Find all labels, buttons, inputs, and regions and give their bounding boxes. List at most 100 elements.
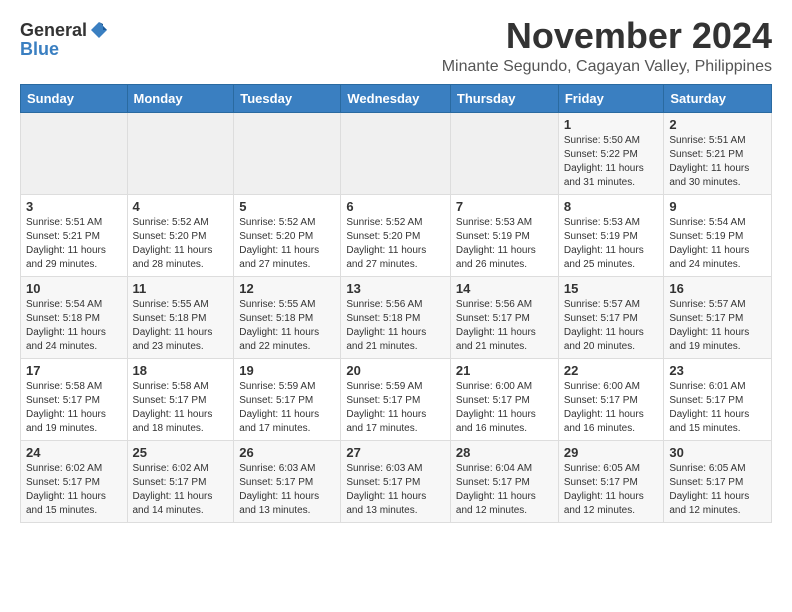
day-info: Sunrise: 5:58 AM Sunset: 5:17 PM Dayligh… <box>26 380 122 436</box>
calendar-cell: 22 Sunrise: 6:00 AM Sunset: 5:17 PM Dayli… <box>558 358 664 440</box>
day-info: Sunrise: 6:04 AM Sunset: 5:17 PM Dayligh… <box>456 462 553 518</box>
weekday-header-friday: Friday <box>558 84 664 112</box>
calendar-cell: 4 Sunrise: 5:52 AM Sunset: 5:20 PM Daylig… <box>127 194 234 276</box>
day-number: 10 <box>26 281 122 296</box>
day-number: 17 <box>26 363 122 378</box>
day-number: 25 <box>133 445 229 460</box>
day-number: 2 <box>669 117 766 132</box>
day-info: Sunrise: 6:02 AM Sunset: 5:17 PM Dayligh… <box>26 462 122 518</box>
day-number: 30 <box>669 445 766 460</box>
calendar-table: SundayMondayTuesdayWednesdayThursdayFrid… <box>20 84 772 523</box>
day-number: 11 <box>133 281 229 296</box>
day-info: Sunrise: 6:03 AM Sunset: 5:17 PM Dayligh… <box>346 462 445 518</box>
calendar-cell: 6 Sunrise: 5:52 AM Sunset: 5:20 PM Daylig… <box>341 194 451 276</box>
day-info: Sunrise: 6:00 AM Sunset: 5:17 PM Dayligh… <box>456 380 553 436</box>
day-number: 18 <box>133 363 229 378</box>
calendar-cell: 25 Sunrise: 6:02 AM Sunset: 5:17 PM Dayli… <box>127 440 234 522</box>
day-info: Sunrise: 5:56 AM Sunset: 5:17 PM Dayligh… <box>456 298 553 354</box>
day-number: 1 <box>564 117 659 132</box>
calendar-cell: 24 Sunrise: 6:02 AM Sunset: 5:17 PM Dayli… <box>21 440 128 522</box>
day-number: 16 <box>669 281 766 296</box>
day-number: 7 <box>456 199 553 214</box>
day-number: 5 <box>239 199 335 214</box>
calendar-cell: 5 Sunrise: 5:52 AM Sunset: 5:20 PM Daylig… <box>234 194 341 276</box>
weekday-header-saturday: Saturday <box>664 84 772 112</box>
day-number: 22 <box>564 363 659 378</box>
day-info: Sunrise: 5:57 AM Sunset: 5:17 PM Dayligh… <box>669 298 766 354</box>
day-number: 6 <box>346 199 445 214</box>
day-number: 12 <box>239 281 335 296</box>
day-info: Sunrise: 5:54 AM Sunset: 5:18 PM Dayligh… <box>26 298 122 354</box>
weekday-header-thursday: Thursday <box>450 84 558 112</box>
calendar-cell: 1 Sunrise: 5:50 AM Sunset: 5:22 PM Daylig… <box>558 112 664 194</box>
day-info: Sunrise: 5:55 AM Sunset: 5:18 PM Dayligh… <box>239 298 335 354</box>
calendar-cell: 8 Sunrise: 5:53 AM Sunset: 5:19 PM Daylig… <box>558 194 664 276</box>
calendar-cell: 20 Sunrise: 5:59 AM Sunset: 5:17 PM Dayli… <box>341 358 451 440</box>
calendar-cell: 14 Sunrise: 5:56 AM Sunset: 5:17 PM Dayli… <box>450 276 558 358</box>
day-info: Sunrise: 5:57 AM Sunset: 5:17 PM Dayligh… <box>564 298 659 354</box>
month-title: November 2024 <box>109 16 772 56</box>
logo: General Blue <box>20 16 109 58</box>
weekday-header-monday: Monday <box>127 84 234 112</box>
calendar-cell: 9 Sunrise: 5:54 AM Sunset: 5:19 PM Daylig… <box>664 194 772 276</box>
day-info: Sunrise: 5:56 AM Sunset: 5:18 PM Dayligh… <box>346 298 445 354</box>
day-number: 19 <box>239 363 335 378</box>
weekday-header-sunday: Sunday <box>21 84 128 112</box>
calendar-cell: 10 Sunrise: 5:54 AM Sunset: 5:18 PM Dayli… <box>21 276 128 358</box>
calendar-cell: 26 Sunrise: 6:03 AM Sunset: 5:17 PM Dayli… <box>234 440 341 522</box>
weekday-header-wednesday: Wednesday <box>341 84 451 112</box>
calendar-cell: 23Sunrise: 6:01 AM Sunset: 5:17 PM Dayli… <box>664 358 772 440</box>
day-number: 29 <box>564 445 659 460</box>
day-number: 20 <box>346 363 445 378</box>
day-number: 3 <box>26 199 122 214</box>
calendar-cell: 7Sunrise: 5:53 AM Sunset: 5:19 PM Daylig… <box>450 194 558 276</box>
day-info: Sunrise: 5:52 AM Sunset: 5:20 PM Dayligh… <box>133 216 229 272</box>
day-info: Sunrise: 5:51 AM Sunset: 5:21 PM Dayligh… <box>26 216 122 272</box>
calendar-cell <box>450 112 558 194</box>
day-number: 26 <box>239 445 335 460</box>
day-info: Sunrise: 6:05 AM Sunset: 5:17 PM Dayligh… <box>669 462 766 518</box>
day-info: Sunrise: 6:02 AM Sunset: 5:17 PM Dayligh… <box>133 462 229 518</box>
day-info: Sunrise: 6:00 AM Sunset: 5:17 PM Dayligh… <box>564 380 659 436</box>
day-number: 4 <box>133 199 229 214</box>
day-info: Sunrise: 5:54 AM Sunset: 5:19 PM Dayligh… <box>669 216 766 272</box>
calendar-cell: 17 Sunrise: 5:58 AM Sunset: 5:17 PM Dayli… <box>21 358 128 440</box>
logo-icon <box>89 20 109 40</box>
calendar-cell: 11Sunrise: 5:55 AM Sunset: 5:18 PM Dayli… <box>127 276 234 358</box>
calendar-week-1: 1 Sunrise: 5:50 AM Sunset: 5:22 PM Daylig… <box>21 112 772 194</box>
day-info: Sunrise: 5:58 AM Sunset: 5:17 PM Dayligh… <box>133 380 229 436</box>
day-number: 13 <box>346 281 445 296</box>
calendar-cell <box>21 112 128 194</box>
day-number: 21 <box>456 363 553 378</box>
day-number: 15 <box>564 281 659 296</box>
calendar-cell: 15 Sunrise: 5:57 AM Sunset: 5:17 PM Dayli… <box>558 276 664 358</box>
day-info: Sunrise: 6:05 AM Sunset: 5:17 PM Dayligh… <box>564 462 659 518</box>
calendar-cell <box>341 112 451 194</box>
calendar-cell <box>127 112 234 194</box>
day-info: Sunrise: 5:52 AM Sunset: 5:20 PM Dayligh… <box>346 216 445 272</box>
calendar-week-2: 3 Sunrise: 5:51 AM Sunset: 5:21 PM Daylig… <box>21 194 772 276</box>
title-section: November 2024 Minante Segundo, Cagayan V… <box>109 16 772 76</box>
day-info: Sunrise: 5:50 AM Sunset: 5:22 PM Dayligh… <box>564 134 659 190</box>
day-info: Sunrise: 5:51 AM Sunset: 5:21 PM Dayligh… <box>669 134 766 190</box>
day-number: 8 <box>564 199 659 214</box>
logo-blue: Blue <box>20 40 59 58</box>
day-info: Sunrise: 5:52 AM Sunset: 5:20 PM Dayligh… <box>239 216 335 272</box>
day-info: Sunrise: 5:59 AM Sunset: 5:17 PM Dayligh… <box>239 380 335 436</box>
calendar-cell: 16 Sunrise: 5:57 AM Sunset: 5:17 PM Dayli… <box>664 276 772 358</box>
calendar-cell <box>234 112 341 194</box>
calendar-cell: 27Sunrise: 6:03 AM Sunset: 5:17 PM Dayli… <box>341 440 451 522</box>
day-number: 9 <box>669 199 766 214</box>
calendar-cell: 12 Sunrise: 5:55 AM Sunset: 5:18 PM Dayli… <box>234 276 341 358</box>
day-number: 24 <box>26 445 122 460</box>
calendar-cell: 19 Sunrise: 5:59 AM Sunset: 5:17 PM Dayli… <box>234 358 341 440</box>
logo-general: General <box>20 21 87 39</box>
day-info: Sunrise: 5:53 AM Sunset: 5:19 PM Dayligh… <box>564 216 659 272</box>
day-info: Sunrise: 6:03 AM Sunset: 5:17 PM Dayligh… <box>239 462 335 518</box>
day-number: 23 <box>669 363 766 378</box>
page-header: General Blue November 2024 Minante Segun… <box>20 16 772 76</box>
calendar-week-3: 10 Sunrise: 5:54 AM Sunset: 5:18 PM Dayli… <box>21 276 772 358</box>
day-info: Sunrise: 5:59 AM Sunset: 5:17 PM Dayligh… <box>346 380 445 436</box>
day-number: 14 <box>456 281 553 296</box>
calendar-week-4: 17 Sunrise: 5:58 AM Sunset: 5:17 PM Dayli… <box>21 358 772 440</box>
